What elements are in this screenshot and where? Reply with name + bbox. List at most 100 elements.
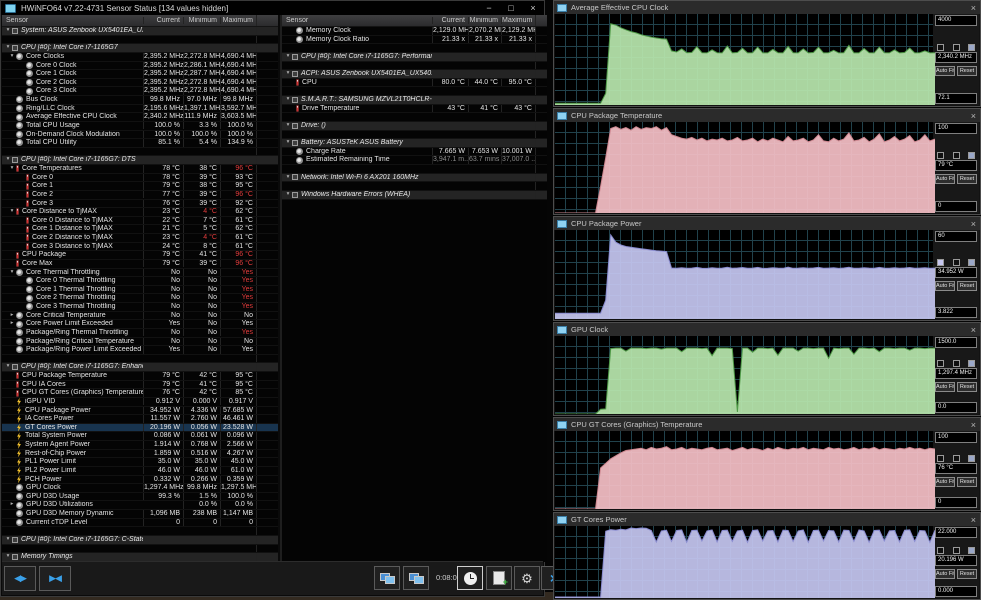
sensor-row[interactable]: Core 3 76 °C 39 °C 92 °C xyxy=(2,199,278,209)
sensor-row[interactable]: Total System Power 0.086 W 0.061 W 0.096 W xyxy=(2,432,278,441)
graph-titlebar[interactable]: CPU Package Power × xyxy=(554,217,980,230)
sensor-row[interactable]: Core Max 79 °C 39 °C 96 °C xyxy=(2,259,278,269)
sensor-row[interactable]: Core 1 79 °C 38 °C 95 °C xyxy=(2,182,278,191)
collapse-columns-button[interactable]: ▶◀ xyxy=(39,566,71,591)
sensor-row[interactable]: Total CPU Utility 85.1 % 5.4 % 134.9 % xyxy=(2,139,278,148)
graph-titlebar[interactable]: CPU GT Cores (Graphics) Temperature × xyxy=(554,418,980,431)
chevron-down-icon[interactable]: ▾ xyxy=(284,122,292,130)
group-row[interactable]: ▾ CPU [#0]: Intel Core i7-1165G7: Perform… xyxy=(282,52,547,62)
auto-fit-button[interactable]: Auto Fit xyxy=(935,568,955,579)
sensor-row[interactable]: On-Demand Clock Modulation 100.0 % 100.0 %… xyxy=(2,130,278,140)
chevron-down-icon[interactable]: ▾ xyxy=(8,269,16,277)
chevron-right-icon[interactable]: ▸ xyxy=(8,312,16,320)
group-checkbox-icon[interactable] xyxy=(292,191,298,198)
sensor-row[interactable]: Package/Ring Power Limit Exceeded Yes No Ye… xyxy=(2,346,278,355)
sensor-row[interactable]: Core 3 Distance to TjMAX 24 °C 8 °C 61 °C xyxy=(2,242,278,252)
group-row[interactable]: ▾ ACPI: ASUS Zenbook UX5401EA_UX5401EA xyxy=(282,70,547,79)
report-button[interactable]: + xyxy=(486,566,512,590)
graph-option-checkbox[interactable] xyxy=(937,44,944,51)
sensor-row[interactable]: Memory Clock Ratio 21.33 x 21.33 x 21.33 x xyxy=(282,35,547,45)
reset-button[interactable]: Reset xyxy=(957,281,977,291)
chevron-down-icon[interactable]: ▾ xyxy=(284,53,292,61)
chevron-right-icon[interactable]: ▸ xyxy=(8,501,16,509)
sensor-sharing-button[interactable] xyxy=(403,566,429,590)
sensor-row[interactable]: System Agent Power 1.914 W 0.768 W 2.566 W xyxy=(2,440,278,450)
group-checkbox-icon[interactable] xyxy=(292,122,298,129)
chevron-down-icon[interactable]: ▾ xyxy=(4,156,12,164)
sensor-row[interactable]: Package/Ring Thermal Throttling No No Yes xyxy=(2,328,278,338)
graph-option-checkbox[interactable] xyxy=(937,454,944,462)
group-row[interactable]: ▾ S.M.A.R.T.: SAMSUNG MZVL21T0HCLR-00B00 … xyxy=(282,96,547,105)
sensor-row[interactable]: Core 2 Distance to TjMAX 23 °C 4 °C 61 °C xyxy=(2,234,278,243)
group-checkbox-icon[interactable] xyxy=(292,139,298,146)
maximize-button[interactable]: □ xyxy=(500,2,522,15)
sensor-row[interactable]: Core 2 Clock 2,395.2 MHz 2,272.8 MHz 4,690.… xyxy=(2,78,278,88)
column-header[interactable]: Sensor Current Minimum Maximum xyxy=(2,15,278,27)
sensor-row[interactable]: ▸ GPU D3D Utilizations 0.0 % 0.0 % xyxy=(2,501,278,510)
sensor-row[interactable]: Core 1 Thermal Throttling No No Yes xyxy=(2,285,278,295)
sensor-row[interactable]: Estimated Remaining Time 3,947.1 m... 63.7… xyxy=(282,156,547,165)
group-row[interactable]: ▾ CPU [#0]: Intel Core i7-1165G7 xyxy=(2,44,278,53)
sensor-row[interactable]: GPU D3D Memory Dynamic 1,096 MB 238 MB 1,14… xyxy=(2,510,278,519)
sensor-row[interactable]: CPU Package 79 °C 41 °C 96 °C xyxy=(2,251,278,260)
sensor-row[interactable]: Ring/LLC Clock 2,195.6 MHz 1,397.1 MHz 3,59… xyxy=(2,104,278,114)
group-checkbox-icon[interactable] xyxy=(12,364,18,371)
sensor-row[interactable]: PL1 Power Limit 35.0 W 35.0 W 45.0 W xyxy=(2,458,278,467)
close-icon[interactable]: × xyxy=(971,111,976,121)
sensor-row[interactable]: GPU Clock 1,297.4 MHz99.8 MHz1,297.5 MHz xyxy=(2,484,278,493)
sensor-row[interactable]: GPU D3D Usage 99.3 % 1.5 % 100.0 % xyxy=(2,492,278,502)
group-row[interactable]: ▾ CPU [#0]: Intel Core i7-1165G7: DTS xyxy=(2,156,278,165)
logging-timer-button[interactable] xyxy=(457,566,483,590)
sensor-row[interactable]: Core 3 Thermal Throttling No No Yes xyxy=(2,303,278,312)
chevron-down-icon[interactable]: ▾ xyxy=(284,96,292,104)
graph-option-checkbox[interactable] xyxy=(968,152,975,159)
sensor-row[interactable]: Rest-of-Chip Power 1.859 W 0.516 W 4.267 W xyxy=(2,449,278,459)
expand-columns-button[interactable]: ◀▶ xyxy=(4,566,36,591)
group-checkbox-icon[interactable] xyxy=(12,45,18,52)
sensor-row[interactable]: Core 2 77 °C 39 °C 96 °C xyxy=(2,190,278,200)
sensor-row[interactable]: Average Effective CPU Clock 2,340.2 MHz 11… xyxy=(2,113,278,122)
auto-fit-button[interactable]: Auto Fit xyxy=(935,281,955,291)
chevron-down-icon[interactable]: ▾ xyxy=(284,174,292,182)
sensor-row[interactable]: ▸ Core Critical Temperature No No No xyxy=(2,311,278,321)
graph-titlebar[interactable]: CPU Package Temperature × xyxy=(554,109,980,122)
sensor-row[interactable]: ▾ Core Temperatures 78 °C 38 °C 96 °C xyxy=(2,165,278,174)
sensor-row[interactable]: Charge Rate 7.665 W 7.653 W 10.001 W xyxy=(282,147,547,157)
group-checkbox-icon[interactable] xyxy=(12,157,18,164)
auto-fit-button[interactable]: Auto Fit xyxy=(935,381,955,392)
chevron-down-icon[interactable]: ▾ xyxy=(4,536,12,544)
sensor-row[interactable]: GT Cores Power 20.196 W 0.056 W 23.528 W xyxy=(2,423,278,433)
column-header[interactable]: Sensor Current Minimum Maximum xyxy=(282,15,547,27)
graph-titlebar[interactable]: Average Effective CPU Clock × xyxy=(554,1,980,14)
sensor-row[interactable]: iGPU VID 0.912 V 0.000 V 0.917 V xyxy=(2,397,278,407)
chevron-down-icon[interactable]: ▾ xyxy=(284,139,292,147)
chevron-down-icon[interactable]: ▾ xyxy=(4,363,12,371)
auto-fit-button[interactable]: Auto Fit xyxy=(935,476,955,487)
chevron-down-icon[interactable]: ▾ xyxy=(284,191,292,199)
group-checkbox-icon[interactable] xyxy=(292,96,298,103)
sensor-row[interactable]: Core 0 Distance to TjMAX 22 °C 7 °C 61 °C xyxy=(2,216,278,226)
sensor-row[interactable]: IA Cores Power 11.557 W 2.760 W 46.461 W xyxy=(2,414,278,424)
graph-option-checkbox[interactable] xyxy=(937,152,944,159)
auto-fit-button[interactable]: Auto Fit xyxy=(935,174,955,184)
sensor-row[interactable]: ▾ Core Clocks 2,395.2 MHz 2,272.8 MHz 4,690.… xyxy=(2,52,278,62)
group-row[interactable]: ▾ System: ASUS Zenbook UX5401EA_UX5401EA xyxy=(2,27,278,36)
graph-option-checkbox[interactable] xyxy=(952,152,960,159)
chevron-down-icon[interactable]: ▾ xyxy=(4,44,12,52)
sensor-row[interactable]: Drive Temperature 43 °C 41 °C 43 °C xyxy=(282,104,547,114)
auto-fit-button[interactable]: Auto Fit xyxy=(935,66,955,76)
close-icon[interactable]: × xyxy=(971,325,976,335)
minimize-button[interactable]: − xyxy=(478,2,500,15)
reset-button[interactable]: Reset xyxy=(957,476,977,487)
reset-button[interactable]: Reset xyxy=(957,66,977,76)
close-icon[interactable]: × xyxy=(971,3,976,13)
chevron-down-icon[interactable]: ▾ xyxy=(8,165,16,173)
sensor-row[interactable]: PCH Power 0.332 W 0.266 W 0.359 W xyxy=(2,475,278,485)
sensor-row[interactable]: CPU Package Power 34.952 W 4.336 W 57.685 W xyxy=(2,406,278,416)
graph-option-checkbox[interactable] xyxy=(952,259,960,266)
graph-titlebar[interactable]: GPU Clock × xyxy=(554,323,980,336)
sensor-row[interactable]: Package/Ring Critical Temperature No No No xyxy=(2,337,278,347)
group-checkbox-icon[interactable] xyxy=(292,70,298,77)
reset-button[interactable]: Reset xyxy=(957,568,977,579)
graph-option-checkbox[interactable] xyxy=(952,359,960,367)
